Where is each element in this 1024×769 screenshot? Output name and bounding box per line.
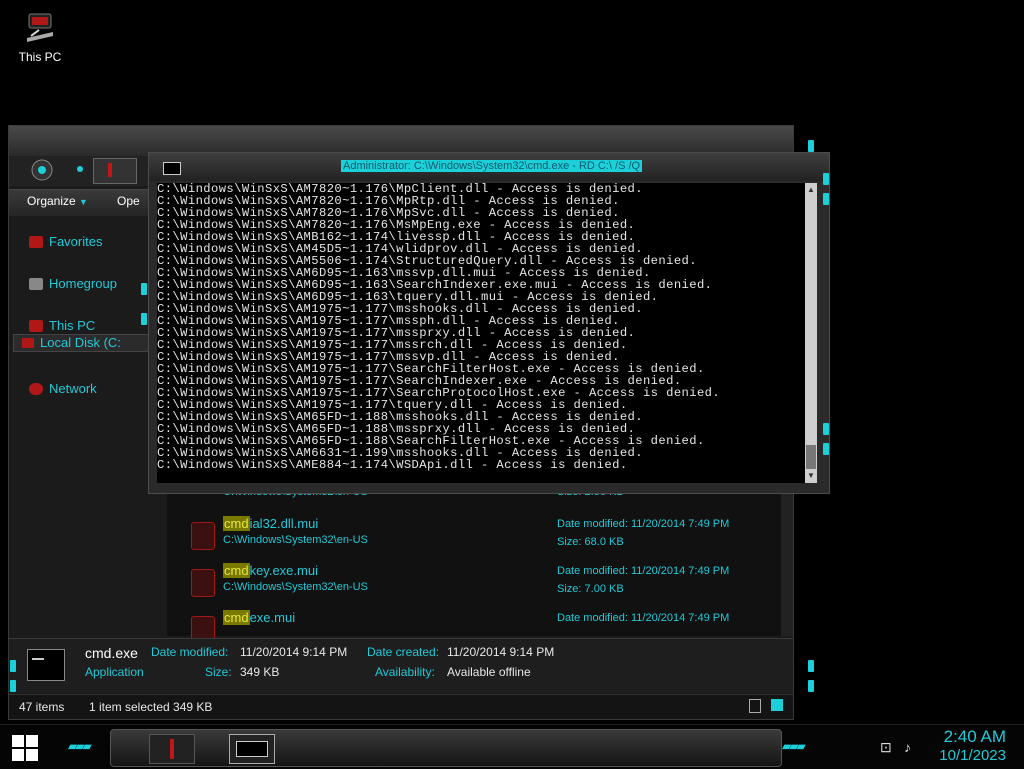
scroll-thumb[interactable] xyxy=(806,445,816,469)
desktop-icon-this-pc[interactable]: This PC xyxy=(14,12,66,64)
nav-item-homegroup[interactable]: Homegroup xyxy=(29,276,117,291)
cmd-output-line: C:\Windows\WinSxS\AME884~1.174\WSDApi.dl… xyxy=(157,458,628,472)
clock-time[interactable]: 2:40 AM xyxy=(944,727,1006,747)
frame-accent xyxy=(823,193,829,205)
cmd-window: Administrator: C:\Windows\System32\cmd.e… xyxy=(141,152,830,494)
frame-accent xyxy=(823,423,829,435)
drive-icon xyxy=(22,338,34,348)
frame-accent xyxy=(141,283,147,295)
file-date: Date modified: 11/20/2014 7:49 PM xyxy=(557,518,730,530)
details-availability: Available offline xyxy=(447,665,531,679)
star-icon xyxy=(29,235,43,248)
taskbar-cmd-button[interactable] xyxy=(229,734,275,764)
file-path: C:\Windows\System32\en-US xyxy=(223,581,368,593)
frame-accent xyxy=(141,313,147,325)
frame-accent xyxy=(823,443,829,455)
cmd-icon xyxy=(163,162,181,175)
cmd-titlebar[interactable]: Administrator: C:\Windows\System32\cmd.e… xyxy=(149,153,829,181)
details-size: 349 KB xyxy=(240,665,280,679)
file-date: Date modified: 11/20/2014 7:49 PM xyxy=(557,565,730,577)
file-size: Size: 68.0 KB xyxy=(557,536,624,548)
nav-label: Local Disk (C: xyxy=(40,335,121,350)
windows-logo-icon xyxy=(12,735,24,747)
volume-tray-icon[interactable]: ♪ xyxy=(904,739,911,755)
nav-item-network[interactable]: Network xyxy=(29,381,97,396)
frame-accent xyxy=(808,680,814,692)
cmd-output[interactable]: C:\Windows\WinSxS\AM7820~1.176\MpClient.… xyxy=(157,183,807,483)
nav-item-favorites[interactable]: Favorites xyxy=(29,234,102,249)
nav-icon xyxy=(108,163,112,177)
status-dot-icon xyxy=(77,166,83,172)
nav-label: Homegroup xyxy=(49,276,117,291)
scroll-up-icon[interactable]: ▲ xyxy=(807,185,815,194)
large-icons-view-icon[interactable] xyxy=(771,699,783,711)
navigation-pane: Favorites Homegroup This PC Local Disk (… xyxy=(9,216,167,636)
open-button[interactable]: Ope xyxy=(117,194,140,208)
cmd-title: Administrator: C:\Windows\System32\cmd.e… xyxy=(341,160,643,172)
details-file-name: cmd.exe xyxy=(85,645,138,661)
organize-button[interactable]: Organize ▼ xyxy=(27,194,88,208)
file-name: cmdexe.mui xyxy=(223,610,296,625)
details-availability-label: Availability: xyxy=(375,665,435,679)
nav-label: This PC xyxy=(49,318,96,333)
computer-icon xyxy=(29,319,43,332)
file-icon xyxy=(191,522,215,550)
nav-label: Favorites xyxy=(49,234,103,249)
cmd-app-icon xyxy=(236,741,268,757)
frame-accent xyxy=(10,660,16,672)
details-view-icon[interactable] xyxy=(749,699,761,713)
details-date-created-label: Date created: xyxy=(367,645,440,659)
details-date-modified-label: Date modified: xyxy=(151,645,229,659)
taskbar-accent-left: ▰▰▰ xyxy=(68,739,92,753)
taskbar-app-dock xyxy=(110,729,782,767)
frame-accent xyxy=(808,660,814,672)
details-file-type: Application xyxy=(85,665,144,679)
nav-item-local-disk[interactable]: Local Disk (C: xyxy=(13,334,163,352)
taskbar-explorer-button[interactable] xyxy=(149,734,195,764)
organize-label: Organize xyxy=(27,194,76,208)
frame-accent xyxy=(823,173,829,185)
list-item[interactable]: cmdexe.mui Date modified: 11/20/2014 7:4… xyxy=(191,610,751,644)
frame-accent xyxy=(10,680,16,692)
nav-button[interactable] xyxy=(93,158,137,184)
file-size: Size: 7.00 KB xyxy=(557,583,624,595)
chevron-down-icon: ▼ xyxy=(79,197,88,207)
details-date-created: 11/20/2014 9:14 PM xyxy=(447,645,555,659)
list-item[interactable]: cmdial32.dll.mui C:\Windows\System32\en-… xyxy=(191,516,751,562)
details-size-label: Size: xyxy=(205,665,232,679)
details-date-modified: 11/20/2014 9:14 PM xyxy=(240,645,348,659)
details-pane: cmd.exe Application Date modified: 11/20… xyxy=(9,638,793,693)
status-bar: 47 items 1 item selected 349 KB xyxy=(9,694,793,719)
clock-date[interactable]: 10/1/2023 xyxy=(939,747,1006,764)
file-name: cmdkey.exe.mui xyxy=(223,563,318,578)
cmd-thumbnail-icon xyxy=(27,649,65,681)
frame-accent xyxy=(808,140,814,152)
nav-label: Network xyxy=(49,381,97,396)
this-pc-label: This PC xyxy=(18,50,62,64)
list-item[interactable]: cmdkey.exe.mui C:\Windows\System32\en-US… xyxy=(191,563,751,609)
homegroup-icon xyxy=(29,277,43,290)
taskbar-accent-right: ▰▰▰ xyxy=(782,739,806,753)
network-tray-icon[interactable]: ⊡ xyxy=(880,739,892,756)
network-icon xyxy=(29,382,43,395)
nav-item-this-pc[interactable]: This PC xyxy=(29,318,95,333)
item-count: 47 items xyxy=(19,700,65,714)
file-date: Date modified: 11/20/2014 7:49 PM xyxy=(557,612,730,624)
file-path: C:\Windows\System32\en-US xyxy=(223,534,368,546)
file-name: cmdial32.dll.mui xyxy=(223,516,319,531)
cmd-scrollbar[interactable]: ▲ ▼ xyxy=(805,183,817,483)
taskbar: ▰▰▰ ▰▰▰ ⊡ ♪ 2:40 AM 10/1/2023 xyxy=(0,724,1024,769)
explorer-app-icon xyxy=(170,739,174,759)
start-button[interactable] xyxy=(12,735,38,761)
file-icon xyxy=(191,569,215,597)
gear-icon[interactable] xyxy=(25,158,59,182)
this-pc-icon xyxy=(23,12,57,46)
scroll-down-icon[interactable]: ▼ xyxy=(807,471,815,480)
selection-info: 1 item selected 349 KB xyxy=(89,700,213,714)
